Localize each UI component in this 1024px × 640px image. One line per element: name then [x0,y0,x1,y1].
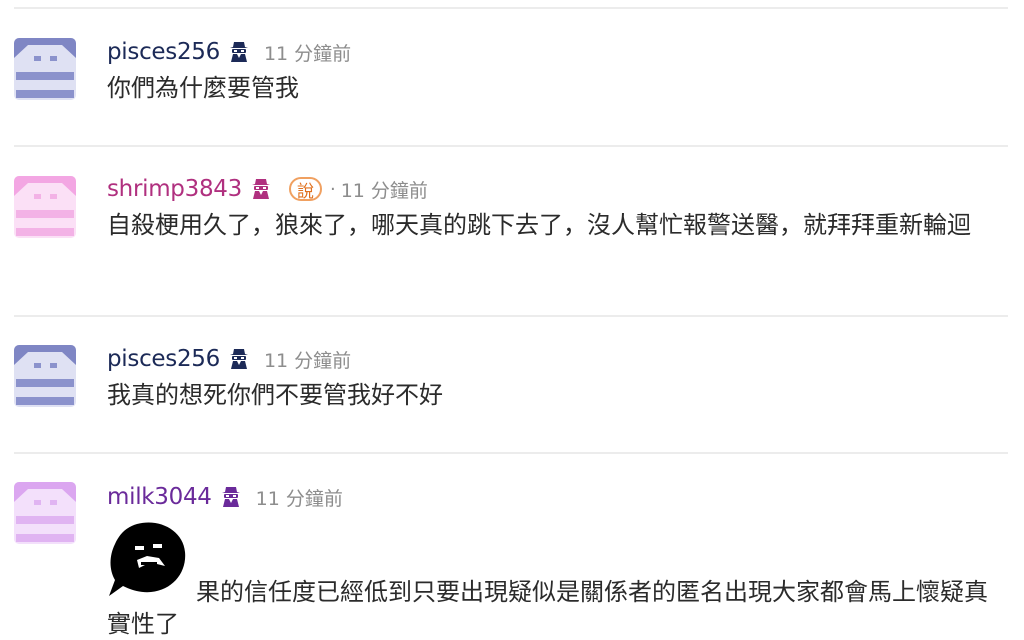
spy-icon [251,178,271,200]
comment-divider [14,7,1008,9]
avatar[interactable] [14,38,76,100]
timestamp: 11 分鐘前 [255,487,343,510]
comment-divider [14,145,1008,147]
comment-text: 我真的想死你們不要管我好不好 [107,381,443,409]
comment-text: 果的信任度已經低到只要出現疑似是關係者的匿名出現大家都會馬上懷疑真實性了 [107,578,988,638]
comment-header: pisces256 11 分鐘前 [107,37,351,67]
separator-dot: · [329,178,336,200]
avatar[interactable] [14,345,76,407]
username[interactable]: milk3044 [107,484,212,510]
timestamp: 11 分鐘前 [263,349,352,372]
comment-header: pisces256 11 分鐘前 [107,344,351,374]
spy-icon [229,41,249,63]
spy-icon [221,486,241,508]
username[interactable]: shrimp3843 [107,176,242,202]
timestamp: 11 分鐘前 [263,42,352,65]
timestamp: 11 分鐘前 [340,179,428,202]
comment-text: 你們為什麼要管我 [107,74,299,102]
avatar[interactable] [14,176,76,238]
spy-icon [229,348,249,370]
speaker-badge: 說 [288,177,322,202]
username[interactable]: pisces256 [107,39,220,65]
username[interactable]: pisces256 [107,346,220,372]
comment-header: shrimp3843 說 · 11 分鐘前 [107,174,428,204]
comment-divider [14,452,1008,454]
comment-divider [14,315,1008,317]
comment-text: 自殺梗用久了，狼來了，哪天真的跳下去了，沒人幫忙報警送醫，就拜拜重新輪迴 [107,211,971,239]
avatar[interactable] [14,482,76,544]
comment-header: milk3044 11 分鐘前 [107,482,343,512]
